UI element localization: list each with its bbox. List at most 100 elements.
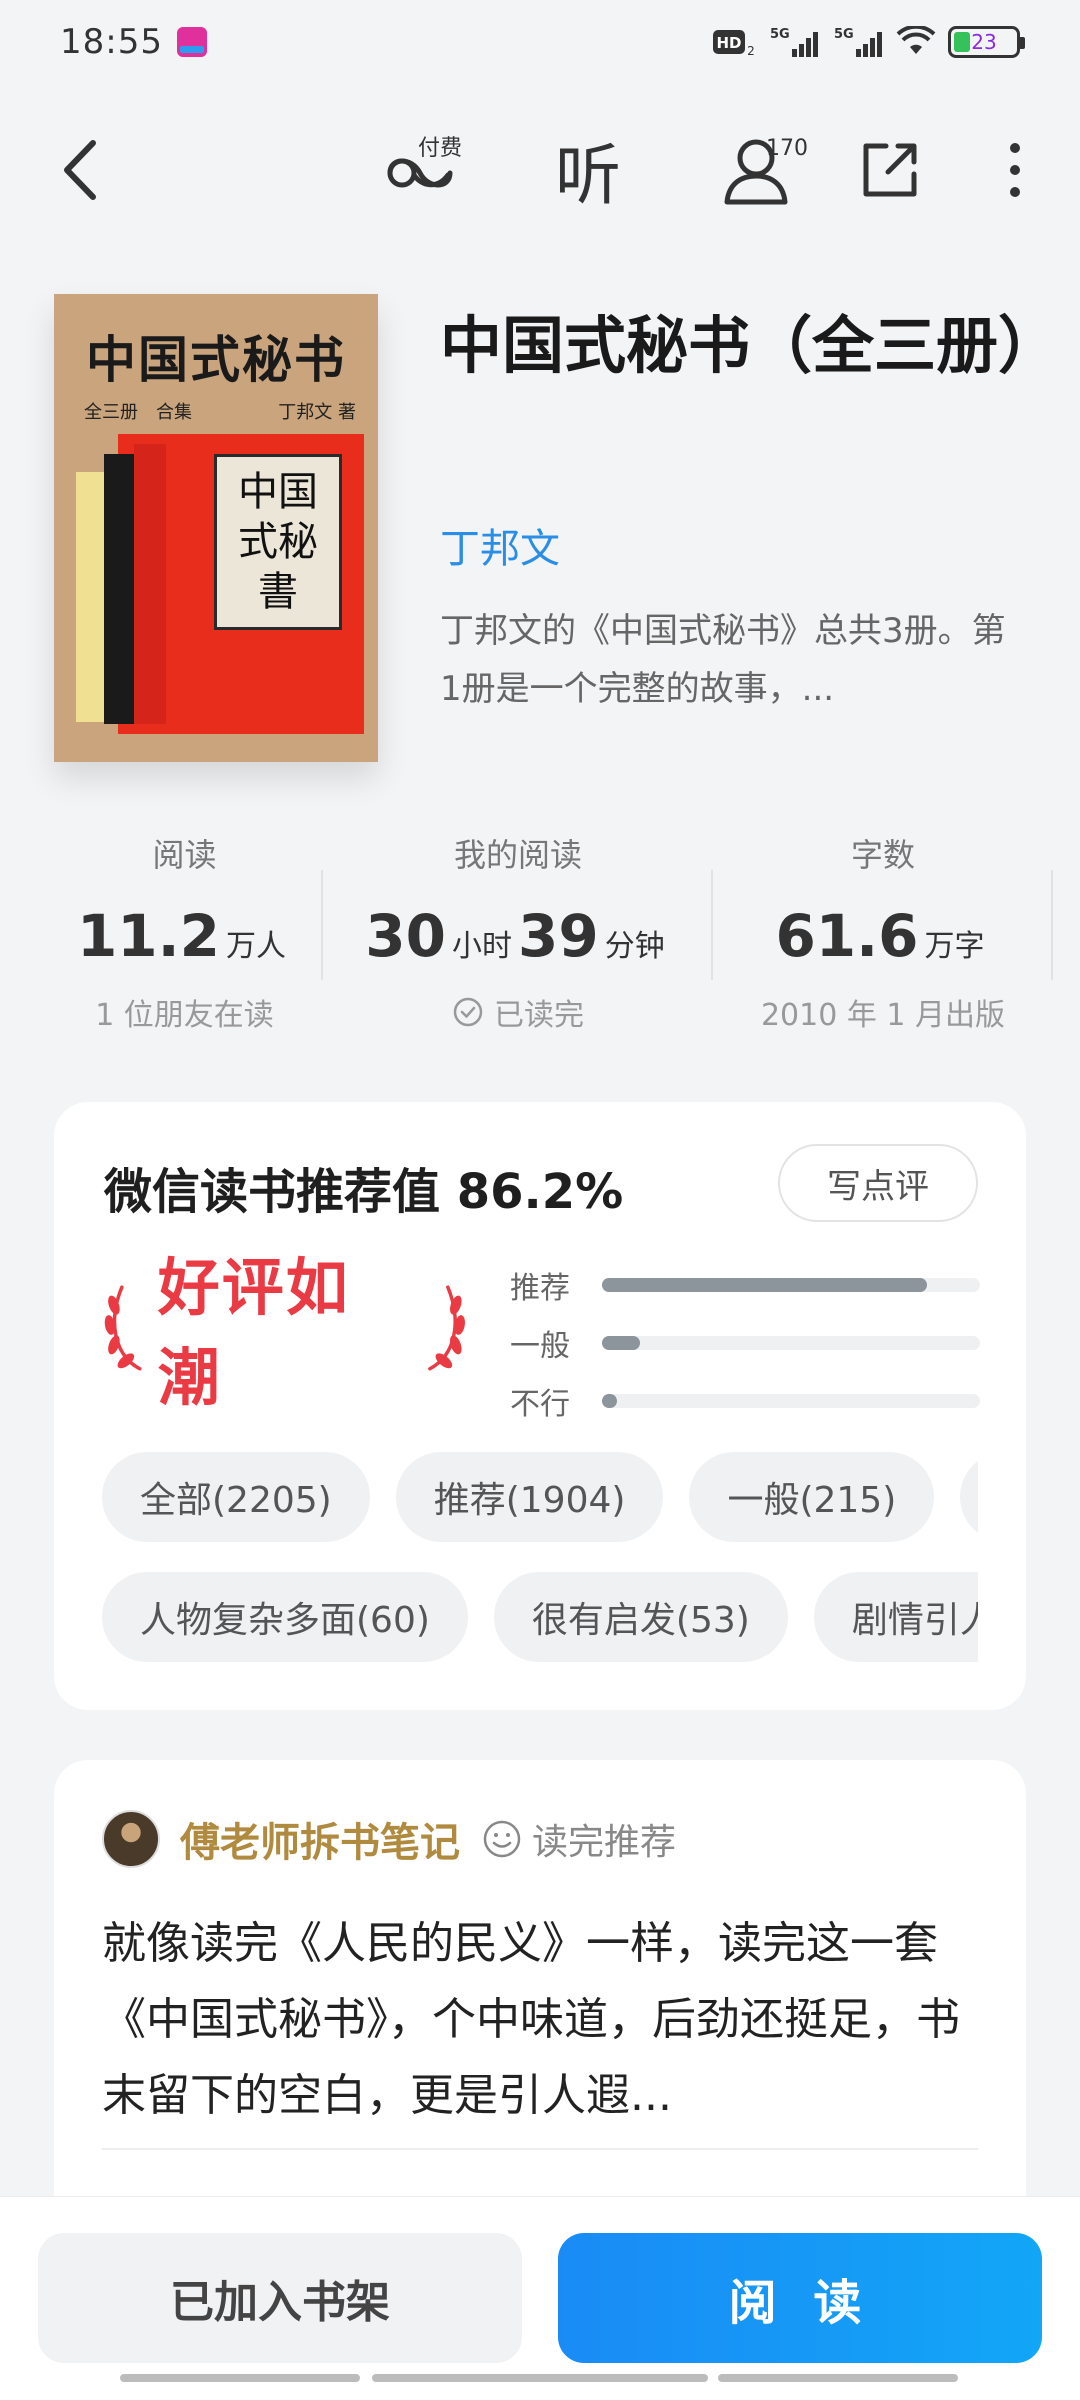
check-circle-icon (453, 997, 483, 1027)
back-arrow-icon (64, 140, 96, 200)
stat-number: 61.6 (775, 902, 919, 970)
status-icons: HD 2 5G 5G 23 (712, 25, 1025, 59)
top-toolbar: 付费 听 170 (0, 110, 1080, 230)
cover-book-spine (76, 472, 104, 722)
listen-button[interactable]: 听 (548, 130, 628, 214)
status-time: 18:55 (60, 22, 163, 62)
book-description[interactable]: 丁邦文的《中国式秘书》总共3册。第1册是一个完整的故事，... (440, 602, 1020, 718)
stat-number: 11.2 (76, 902, 221, 970)
recommend-score-title: 微信读书推荐值 86.2% (104, 1164, 624, 1220)
filter-chip-recommend[interactable]: 推荐(1904) (395, 1452, 664, 1542)
battery-icon: 23 (948, 26, 1025, 58)
listen-label: 听 (555, 137, 621, 214)
more-button[interactable] (990, 130, 1040, 210)
review-verdict: 读完推荐 (482, 1813, 676, 1865)
review-topic-chips: 人物复杂多面(60) 很有启发(53) 剧情引人入胜 (102, 1572, 978, 1662)
rating-bar-label: 不行 (510, 1387, 570, 1422)
wifi-icon (896, 26, 936, 54)
reviewer-name[interactable]: 傅老师拆书笔记 (180, 1810, 460, 1868)
rating-badge: 好评如潮 (100, 1251, 470, 1414)
stat-minutes: 39 (518, 902, 599, 970)
write-review-button[interactable]: 写点评 (778, 1144, 978, 1222)
stat-label: 阅读 (152, 836, 217, 874)
review-filter-chips: 全部(2205) 推荐(1904) 一般(215) 不行 (102, 1452, 978, 1542)
network-label: 5G (834, 27, 854, 42)
share-icon (863, 143, 917, 197)
paid-button[interactable]: 付费 (360, 130, 480, 210)
readers-button[interactable]: 170 (696, 130, 816, 210)
battery-level: 23 (971, 30, 997, 54)
divider (102, 2148, 978, 2150)
stat-sub: 已读完 (323, 990, 713, 1034)
read-button[interactable]: 阅 读 (558, 2233, 1042, 2363)
rating-card[interactable]: 微信读书推荐值 86.2% 写点评 好评如潮 推荐 一般 不行 全部(2205)… (54, 1102, 1026, 1710)
topic-chip[interactable]: 剧情引人入胜 (813, 1572, 978, 1662)
stat-readers[interactable]: 阅读 11.2 万人 1 位朋友在读 (46, 820, 323, 1033)
cover-calligraphy-text: 中国式秘書 (238, 469, 318, 615)
rating-bar-fill (602, 1278, 928, 1292)
rating-bar-row: 一般 (510, 1314, 980, 1372)
laurel-right-icon (428, 1285, 466, 1371)
stat-hours: 30 (365, 902, 446, 970)
review-text[interactable]: 就像读完《人民的民义》一样，读完这一套《中国式秘书》，个中味道，后劲还挺足，书末… (102, 1906, 982, 2134)
rating-bars: 推荐 一般 不行 (510, 1256, 980, 1430)
home-indicator (718, 2374, 958, 2382)
stat-value: 11.2 万人 (46, 902, 323, 970)
stat-label: 字数 (850, 836, 915, 874)
rating-bar-row: 不行 (510, 1372, 980, 1430)
filter-chip-average[interactable]: 一般(215) (689, 1452, 935, 1542)
cover-subtitle-left: 全三册 合集 (84, 402, 192, 423)
stat-unit: 万人 (226, 929, 287, 964)
cover-calligraphy: 中国式秘書 (214, 454, 342, 630)
rating-bar-track (602, 1336, 980, 1350)
hd-icon: HD 2 (713, 30, 755, 57)
review-verdict-label: 读完推荐 (532, 1822, 677, 1863)
rating-bar-label: 一般 (510, 1329, 570, 1364)
reviewer-row[interactable]: 傅老师拆书笔记 读完推荐 (102, 1810, 676, 1868)
filter-chip-bad[interactable]: 不行 (960, 1452, 978, 1542)
filter-chip-all[interactable]: 全部(2205) (102, 1452, 370, 1542)
book-title: 中国式秘书（全三册） (440, 309, 1061, 382)
rating-bar-label: 推荐 (510, 1271, 570, 1306)
home-indicator (120, 2374, 360, 2382)
paid-label: 付费 (418, 136, 463, 161)
svg-text:HD: HD (716, 34, 741, 52)
cover-subtitle: 全三册 合集 丁邦文 著 (84, 398, 356, 424)
stat-label: 我的阅读 (453, 836, 582, 874)
bottom-action-bar: 已加入书架 阅 读 (0, 2196, 1080, 2400)
stat-unit: 分钟 (604, 929, 665, 964)
stat-my-reading[interactable]: 我的阅读 30 小时 39 分钟 已读完 (323, 820, 713, 1033)
read-finished-label: 已读完 (494, 998, 584, 1033)
signal-icon: 5G (770, 27, 818, 57)
rating-bar-fill (602, 1336, 640, 1350)
svg-text:2: 2 (747, 44, 755, 57)
add-to-shelf-button[interactable]: 已加入书架 (38, 2233, 522, 2363)
share-button[interactable] (850, 130, 930, 210)
status-bar: 18:55 HD 2 5G 5G 23 (0, 0, 1080, 84)
divider (1051, 870, 1053, 980)
rating-bar-row: 推荐 (510, 1256, 980, 1314)
topic-chip[interactable]: 人物复杂多面(60) (102, 1572, 468, 1662)
more-vertical-icon (1010, 143, 1020, 197)
avatar[interactable] (102, 1810, 160, 1868)
book-cover[interactable]: 中国式秘书 全三册 合集 丁邦文 著 中国式秘書 (54, 294, 378, 762)
cover-subtitle-right: 丁邦文 著 (278, 402, 356, 423)
rating-bar-track (602, 1278, 980, 1292)
stats-row: 阅读 11.2 万人 1 位朋友在读 我的阅读 30 小时 39 分钟 已读完 字数 6… (0, 820, 1080, 1033)
network-label: 5G (770, 27, 790, 42)
cover-book-spine (104, 454, 134, 724)
stat-word-count[interactable]: 字数 61.6 万字 2010 年 1 月出版 (713, 820, 1053, 1033)
readers-count: 170 (766, 136, 808, 161)
back-button[interactable] (40, 130, 120, 210)
app-notification-icon (176, 27, 207, 57)
home-indicator (372, 2374, 708, 2382)
laurel-left-icon (104, 1285, 142, 1371)
stat-sub: 1 位朋友在读 (95, 998, 274, 1033)
stat-unit: 万字 (924, 929, 985, 964)
stat-value: 61.6 万字 (713, 902, 1053, 970)
rating-bar-track (602, 1394, 980, 1408)
topic-chip[interactable]: 很有启发(53) (493, 1572, 788, 1662)
book-author[interactable]: 丁邦文 (440, 516, 560, 574)
stat-sub: 2010 年 1 月出版 (760, 998, 1006, 1033)
signal-icon: 5G (834, 27, 882, 57)
